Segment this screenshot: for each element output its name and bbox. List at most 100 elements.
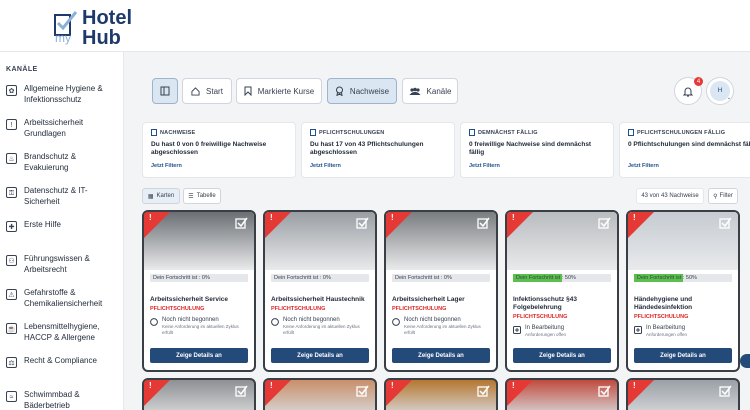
nav-proofs-button[interactable]: Nachweise (327, 78, 397, 104)
user-menu-button[interactable]: H ⌄ (706, 77, 734, 105)
checkmark-icon (477, 385, 490, 397)
course-card[interactable]: ! Dein Fortschritt ist : 0% Arbeitssicherh… (384, 210, 498, 372)
stat-filter-link[interactable]: Jetzt Filtern (628, 163, 659, 169)
filter-icon: ⚲ (713, 193, 718, 200)
sidebar-item[interactable]: ☕ Lebensmittelhygiene, HACCP & Allergene (0, 321, 123, 355)
status-subtext: Keine Anforderung im aktuellen Zyklus er… (162, 324, 239, 335)
not-started-icon (271, 318, 279, 326)
sidebar-item[interactable]: ⚠ Gefahrstoffe & Chemikaliensicherheit (0, 287, 123, 321)
sidebar-item[interactable]: ⚖ Recht & Compliance (0, 355, 123, 389)
course-card[interactable]: ! (142, 378, 256, 410)
lock-icon: ⚿ (6, 187, 17, 198)
home-icon (191, 86, 200, 96)
status-subtext: Keine Anforderung im aktuellen Zyklus er… (283, 324, 360, 335)
stat-card: NACHWEISE Du hast 0 von 0 freiwillige Nac… (142, 122, 296, 178)
status-text: Noch nicht begonnen (162, 317, 219, 323)
in-progress-icon (513, 326, 521, 334)
status-text: Noch nicht begonnen (404, 317, 461, 323)
nav-marked-label: Markierte Kurse (257, 86, 315, 96)
panel-icon (160, 86, 170, 96)
show-details-button[interactable]: Zeige Details an (634, 348, 732, 363)
status-text: Noch nicht begonnen (283, 317, 340, 323)
course-card[interactable]: ! (626, 378, 740, 410)
course-card[interactable]: ! Dein Fortschritt ist : 50% Infektionssch… (505, 210, 619, 372)
sidebar-item-label: Allgemeine Hygiene & Infektionsschutz (24, 84, 103, 104)
nav-proofs-label: Nachweise (349, 86, 390, 96)
hazard-icon: ⚠ (6, 289, 17, 300)
nav-start-button[interactable]: Start (182, 78, 232, 104)
sidebar-item-label: Datenschutz & IT-Sicherheit (24, 186, 88, 206)
nav-marked-button[interactable]: Markierte Kurse (236, 78, 322, 104)
course-card[interactable]: ! (505, 378, 619, 410)
course-title: Arbeitssicherheit Service (150, 296, 229, 303)
sidebar-item[interactable]: ≈ Schwimmbad & Bäderbetrieb (0, 389, 123, 410)
show-details-button[interactable]: Zeige Details an (513, 348, 611, 363)
stat-filter-link[interactable]: Jetzt Filtern (310, 163, 341, 169)
scroll-handle[interactable] (740, 354, 750, 368)
mandatory-flag-icon: ! (265, 380, 291, 406)
checkmark-icon (235, 217, 248, 229)
show-details-button[interactable]: Zeige Details an (392, 348, 490, 363)
view-table-label: Tabelle (196, 193, 216, 199)
sidebar-item[interactable]: ✿ Allgemeine Hygiene & Infektionsschutz (0, 83, 123, 117)
status-text: In Bearbeitung (525, 325, 565, 331)
badge-icon (335, 86, 343, 96)
pool-icon: ≈ (6, 391, 17, 402)
view-cards-toggle[interactable]: ▦ Karten (142, 188, 180, 204)
sidebar-item[interactable]: ✚ Erste Hilfe (0, 219, 123, 253)
checkmark-icon (235, 385, 248, 397)
nav-channels-button[interactable]: Kanäle (402, 78, 458, 104)
show-details-button[interactable]: Zeige Details an (271, 348, 369, 363)
course-title: Händehygiene und Händedesinfektion (634, 296, 693, 311)
stat-heading-text: DEMNÄCHST FÄLLIG (478, 129, 538, 136)
status-subtext: Keine Anforderung im aktuellen Zyklus er… (404, 324, 481, 335)
stat-icon (151, 129, 157, 136)
course-card[interactable]: ! (384, 378, 498, 410)
bookmark-icon (244, 86, 252, 96)
course-type: PFLICHTSCHULUNG (271, 306, 326, 312)
notification-count-badge: 4 (694, 77, 703, 86)
course-type: PFLICHTSCHULUNG (634, 314, 689, 320)
course-card[interactable]: ! (263, 378, 377, 410)
show-details-button[interactable]: Zeige Details an (150, 348, 248, 363)
stat-text: Du hast 17 von 43 Pflichtschulungen abge… (310, 141, 424, 156)
stat-filter-link[interactable]: Jetzt Filtern (469, 163, 500, 169)
sidebar-item-label: Recht & Compliance (24, 356, 97, 365)
course-card[interactable]: ! Dein Fortschritt ist : 0% Arbeitssicherh… (142, 210, 256, 372)
sidebar-item[interactable]: ♨ Brandschutz & Evakuierung (0, 151, 123, 185)
sidebar-item[interactable]: ! Arbeitssicherheit Grundlagen (0, 117, 123, 151)
progress-bar: Dein Fortschritt ist : 50% (513, 274, 611, 282)
course-card[interactable]: ! Dein Fortschritt ist : 50% Händehygiene … (626, 210, 740, 372)
sidebar-item[interactable]: ⚿ Datenschutz & IT-Sicherheit (0, 185, 123, 219)
course-title: Infektionsschutz §43 Folgebelehrung (513, 296, 577, 311)
food-icon: ☕ (6, 323, 17, 334)
first-aid-icon: ✚ (6, 221, 17, 232)
not-started-icon (392, 318, 400, 326)
view-table-toggle[interactable]: ☰ Tabelle (183, 188, 221, 204)
sidebar-item[interactable]: ⚇ Führungswissen & Arbeitsrecht (0, 253, 123, 287)
mandatory-flag-icon: ! (144, 380, 170, 406)
course-type: PFLICHTSCHULUNG (392, 306, 447, 312)
stat-text: 0 freiwillige Nachweise sind demnächst f… (469, 141, 592, 156)
stat-icon (469, 129, 475, 136)
filter-button[interactable]: ⚲ Filter (708, 188, 738, 204)
checkmark-icon (477, 217, 490, 229)
sidebar-item-label: Führungswissen & Arbeitsrecht (24, 254, 90, 274)
status-text: In Bearbeitung (646, 325, 686, 331)
mandatory-flag-icon: ! (628, 380, 654, 406)
course-card[interactable]: ! Dein Fortschritt ist : 0% Arbeitssicherh… (263, 210, 377, 372)
hygiene-icon: ✿ (6, 85, 17, 96)
stat-heading: NACHWEISE (151, 129, 287, 136)
stat-filter-link[interactable]: Jetzt Filtern (151, 163, 182, 169)
stat-card: PFLICHTSCHULUNGEN Du hast 17 von 43 Pflic… (301, 122, 455, 178)
sidebar-toggle-button[interactable] (152, 78, 178, 104)
mandatory-flag-icon: ! (507, 380, 533, 406)
stat-text: 0 Pflichtschulungen sind demnächst fälli… (628, 141, 750, 148)
progress-bar: Dein Fortschritt ist : 0% (150, 274, 248, 282)
stat-heading: DEMNÄCHST FÄLLIG (469, 129, 605, 136)
course-title: Arbeitssicherheit Lager (392, 296, 465, 303)
progress-label: Dein Fortschritt ist : 0% (274, 275, 331, 281)
not-started-icon (150, 318, 158, 326)
chevron-down-icon: ⌄ (726, 95, 731, 101)
hotelhub-logo[interactable]: my Hotel Hub (52, 5, 132, 49)
